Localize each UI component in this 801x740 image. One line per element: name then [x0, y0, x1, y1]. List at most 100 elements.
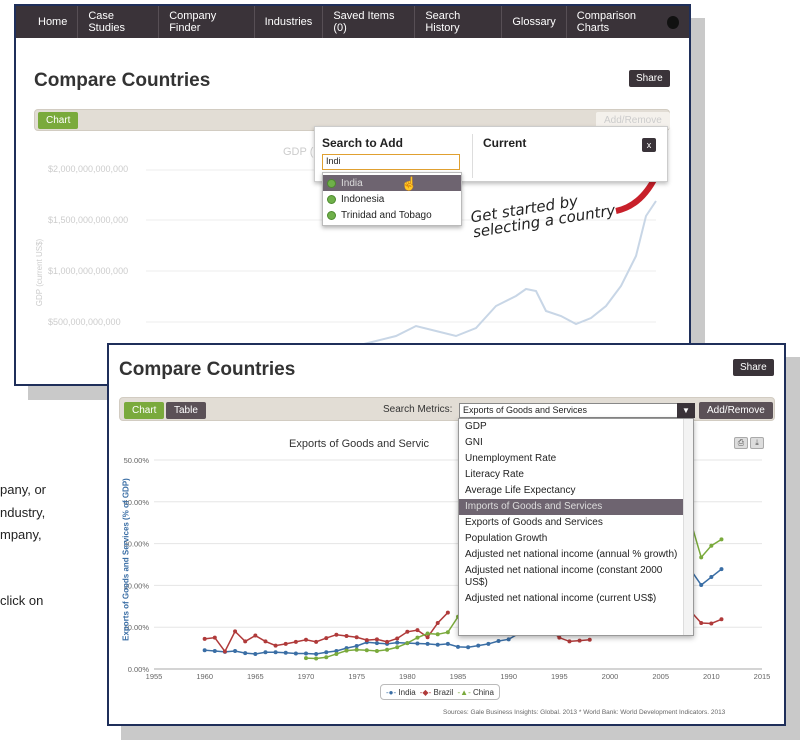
data-point-india: [324, 650, 329, 655]
legend-label: Brazil: [433, 687, 454, 697]
data-point-brazil: [719, 617, 724, 622]
x-tick-label: 1955: [146, 672, 163, 681]
data-point-india: [314, 651, 319, 656]
data-point-india: [243, 651, 248, 656]
metric-option[interactable]: Average Life Expectancy: [459, 483, 693, 499]
metric-option[interactable]: Population Growth: [459, 531, 693, 547]
metric-option[interactable]: Adjusted net national income (current US…: [459, 591, 693, 607]
data-point-china: [709, 543, 714, 548]
data-point-china: [304, 656, 308, 661]
data-point-brazil: [344, 633, 349, 638]
metric-option[interactable]: Unemployment Rate: [459, 451, 693, 467]
data-point-brazil: [273, 643, 278, 648]
data-point-india: [496, 638, 501, 643]
data-point-brazil: [334, 632, 339, 637]
bg-text-3: mpany,: [0, 527, 42, 542]
metric-option-highlighted[interactable]: Imports of Goods and Services: [459, 499, 693, 515]
suggestion-indonesia[interactable]: Indonesia: [323, 191, 461, 207]
legend-label: India: [398, 687, 416, 697]
country-search-input[interactable]: Indi: [322, 154, 460, 170]
data-point-brazil: [577, 638, 582, 643]
data-point-china: [324, 655, 329, 660]
data-point-china: [364, 648, 369, 653]
data-point-brazil: [699, 621, 704, 626]
suggestion-trinidad[interactable]: Trinidad and Tobago: [323, 207, 461, 223]
data-point-india: [202, 648, 207, 653]
x-tick-label: 2000: [602, 672, 619, 681]
metrics-dropdown-list: GDP GNI Unemployment Rate Literacy Rate …: [458, 418, 694, 636]
dropdown-scrollbar[interactable]: [683, 419, 693, 635]
data-point-brazil: [314, 639, 319, 644]
data-point-india: [719, 567, 724, 572]
x-tick-label: 2015: [754, 672, 771, 681]
metric-option[interactable]: GDP: [459, 419, 693, 435]
gdp-tick-1: $1,500,000,000,000: [48, 215, 129, 225]
data-point-india: [263, 650, 268, 655]
search-to-add-title: Search to Add: [322, 136, 403, 150]
data-point-brazil: [212, 635, 217, 640]
gdp-tick-2: $1,000,000,000,000: [48, 266, 129, 276]
x-tick-label: 1995: [551, 672, 568, 681]
data-point-india: [233, 649, 238, 654]
legend-china[interactable]: -▲- China: [458, 688, 494, 697]
x-tick-label: 1970: [298, 672, 315, 681]
data-point-brazil: [253, 633, 258, 638]
data-point-brazil: [385, 639, 390, 644]
data-point-china: [435, 632, 440, 637]
legend-india[interactable]: -●- India: [386, 688, 416, 697]
country-suggestions: India Indonesia Trinidad and Tobago: [322, 172, 462, 226]
data-point-india: [212, 649, 217, 654]
data-point-india: [374, 641, 379, 646]
metric-option[interactable]: GNI: [459, 435, 693, 451]
data-point-brazil: [445, 610, 450, 615]
close-panel-button[interactable]: x: [642, 138, 656, 152]
data-point-brazil: [587, 637, 592, 642]
metric-option[interactable]: Adjusted net national income (annual % g…: [459, 547, 693, 563]
legend-label: China: [472, 687, 494, 697]
data-point-china: [699, 555, 704, 560]
gdp-ylabel: GDP (current US$): [35, 238, 45, 307]
data-point-india: [445, 641, 450, 646]
data-point-china: [344, 648, 349, 653]
suggestion-label: India: [341, 177, 363, 189]
data-point-china: [405, 641, 410, 646]
data-point-china: [334, 651, 339, 656]
gdp-tick-3: $500,000,000,000: [48, 317, 121, 327]
data-point-india: [435, 642, 440, 647]
x-tick-label: 1990: [500, 672, 517, 681]
data-point-china: [374, 649, 379, 654]
data-point-india: [476, 643, 481, 648]
data-point-india: [283, 650, 288, 655]
bg-text-4: click on: [0, 593, 44, 608]
data-point-india: [699, 582, 704, 587]
suggestion-india[interactable]: India: [323, 175, 461, 191]
data-point-india: [709, 575, 714, 580]
add-icon: [327, 210, 336, 220]
panel-divider: [472, 134, 473, 178]
data-point-brazil: [324, 636, 329, 641]
metric-option[interactable]: Exports of Goods and Services: [459, 515, 693, 531]
data-point-china: [445, 630, 450, 635]
current-title: Current: [483, 136, 527, 150]
x-tick-label: 1985: [450, 672, 467, 681]
data-point-brazil: [243, 639, 248, 644]
data-point-india: [354, 644, 359, 649]
data-point-india: [395, 640, 400, 645]
data-point-india: [486, 641, 491, 646]
series-line-india: [204, 632, 520, 655]
chart-ylabel: Exports of Goods and Services (% of GDP): [121, 478, 131, 641]
x-tick-label: 1980: [399, 672, 416, 681]
data-point-brazil: [364, 638, 369, 643]
metric-option[interactable]: Adjusted net national income (constant 2…: [459, 563, 693, 591]
bg-text-2: ndustry,: [0, 505, 46, 520]
bg-text-1: pany, or: [0, 482, 47, 497]
series-line-brazil: [690, 611, 722, 625]
legend-brazil[interactable]: -◆- Brazil: [420, 688, 454, 697]
data-point-brazil: [222, 649, 227, 654]
x-tick-label: 1965: [247, 672, 264, 681]
gdp-chart-title: GDP (: [283, 146, 314, 158]
metric-option[interactable]: Literacy Rate: [459, 467, 693, 483]
data-point-brazil: [405, 629, 410, 634]
data-point-brazil: [263, 639, 268, 644]
data-point-china: [415, 635, 420, 640]
